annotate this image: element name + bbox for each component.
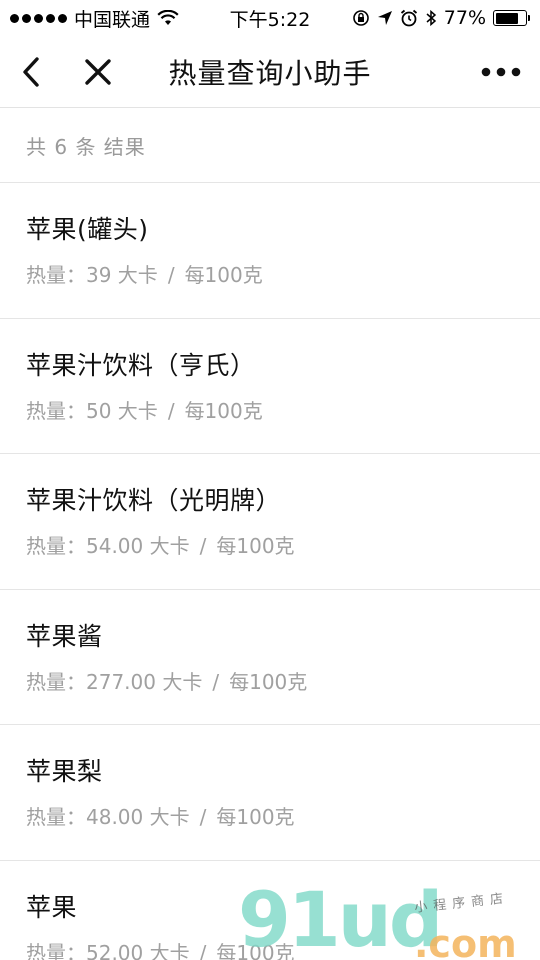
- item-calories: 热量：48.00 大卡 / 每100克: [26, 805, 295, 829]
- item-calories: 热量：277.00 大卡 / 每100克: [26, 669, 308, 694]
- item-name: 苹果汁饮料（亨氏）: [26, 350, 256, 380]
- wifi-icon: [157, 10, 179, 25]
- more-button[interactable]: [480, 58, 522, 86]
- alarm-icon: [400, 9, 417, 27]
- status-bar: 中国联通 下午5:22 77%: [0, 0, 540, 36]
- location-arrow-icon: [377, 11, 392, 25]
- result-count: 共 6 条 结果: [0, 108, 540, 183]
- status-left: 中国联通: [10, 5, 179, 32]
- item-name: 苹果汁饮料（光明牌）: [26, 486, 282, 515]
- item-name: 苹果酱: [26, 621, 103, 651]
- item-name: 苹果梨: [26, 757, 103, 786]
- rotation-lock-icon: [352, 10, 369, 26]
- more-dots-icon: [481, 67, 521, 77]
- list-item[interactable]: 苹果酱 热量：277.00 大卡 / 每100克: [0, 590, 540, 725]
- item-calories: 热量：52.00 大卡 / 每100克: [26, 940, 295, 960]
- list-item[interactable]: 苹果汁饮料（亨氏） 热量：50 大卡 / 每100克: [0, 319, 540, 454]
- item-name: 苹果: [26, 892, 78, 922]
- nav-bar: 热量查询小助手: [0, 36, 540, 108]
- back-chevron-icon: [23, 57, 39, 87]
- status-right: 77%: [352, 7, 530, 29]
- close-button[interactable]: [82, 54, 114, 90]
- result-list: 苹果(罐头) 热量：39 大卡 / 每100克 苹果汁饮料（亨氏） 热量：50 大卡…: [0, 183, 540, 960]
- back-button[interactable]: [16, 54, 46, 90]
- signal-icon: [10, 13, 67, 23]
- list-item[interactable]: 苹果 热量：52.00 大卡 / 每100克: [0, 861, 540, 960]
- item-name: 苹果(罐头): [26, 215, 149, 244]
- page-title: 热量查询小助手: [168, 56, 372, 90]
- battery-icon: [493, 10, 530, 26]
- list-item[interactable]: 苹果汁饮料（光明牌） 热量：54.00 大卡 / 每100克: [0, 454, 540, 590]
- item-calories: 热量：54.00 大卡 / 每100克: [26, 534, 295, 558]
- close-icon: [85, 59, 111, 85]
- item-calories: 热量：50 大卡 / 每100克: [26, 398, 263, 423]
- carrier-label: 中国联通: [74, 8, 151, 31]
- screen: 中国联通 下午5:22 77% 热量查询小助手 共 6 条 结果 苹果(罐头) …: [0, 0, 540, 960]
- list-item[interactable]: 苹果梨 热量：48.00 大卡 / 每100克: [0, 725, 540, 861]
- battery-percent: 77%: [443, 7, 486, 29]
- item-calories: 热量：39 大卡 / 每100克: [26, 263, 263, 287]
- bluetooth-icon: [426, 9, 436, 27]
- list-item[interactable]: 苹果(罐头) 热量：39 大卡 / 每100克: [0, 183, 540, 319]
